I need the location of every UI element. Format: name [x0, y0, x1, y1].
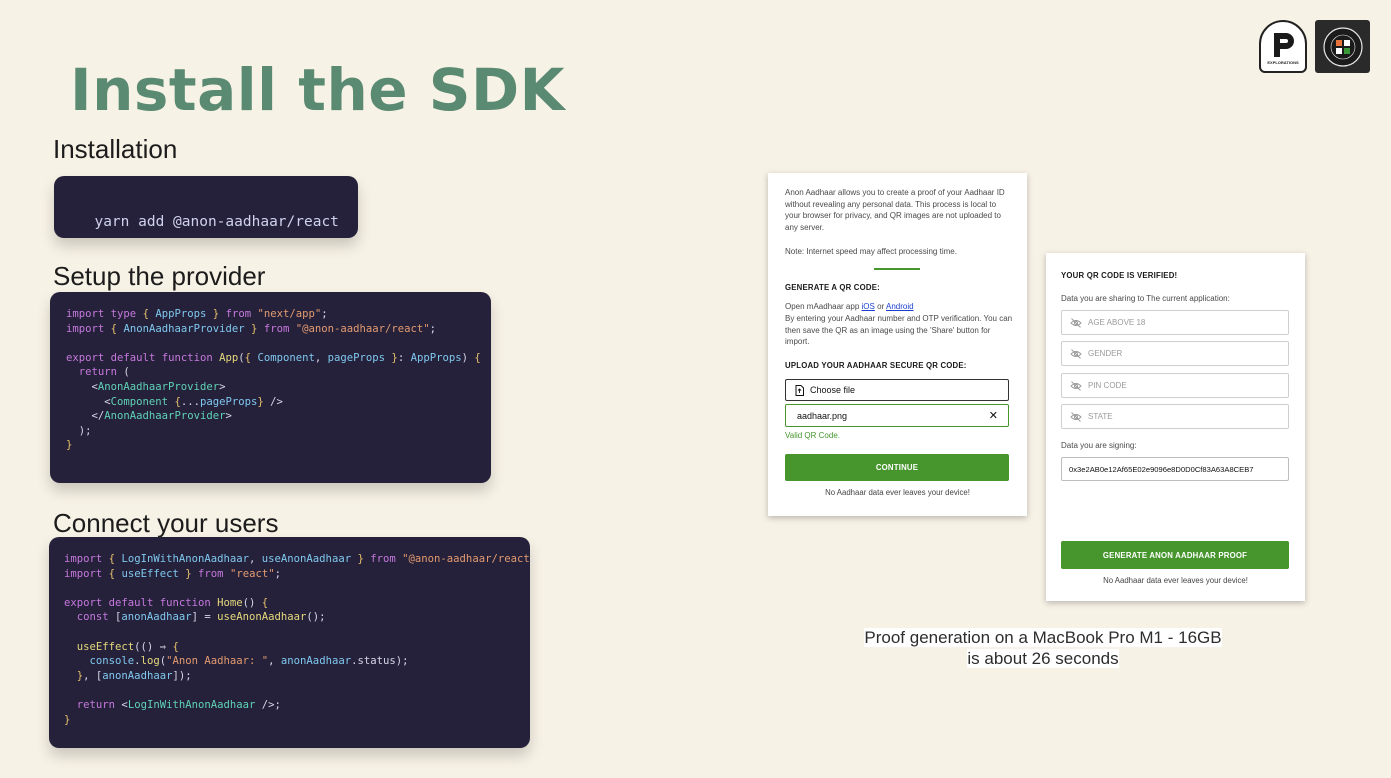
- verified-footer-text: No Aadhaar data ever leaves your device!: [1103, 576, 1248, 585]
- slide-title: Install the SDK: [70, 56, 566, 124]
- generate-qr-heading: GENERATE A QR CODE:: [785, 283, 880, 292]
- instructions-text: By entering your Aadhaar number and OTP …: [785, 314, 1013, 346]
- anon-aadhaar-icon: [1322, 26, 1363, 67]
- sharing-text: Data you are sharing to The current appl…: [1061, 294, 1230, 303]
- pincode-field[interactable]: PIN CODE: [1061, 373, 1289, 398]
- pse-logo-caption: EXPLORATIONS: [1267, 59, 1299, 65]
- eye-off-icon: [1070, 348, 1082, 359]
- divider: [874, 268, 920, 270]
- intro-text: Anon Aadhaar allows you to create a proo…: [785, 188, 1005, 232]
- file-upload-icon: [795, 384, 804, 396]
- provider-heading: Setup the provider: [53, 261, 266, 291]
- caption-line-1: Proof generation on a MacBook Pro M1 - 1…: [864, 628, 1222, 647]
- pse-logo: EXPLORATIONS: [1259, 20, 1307, 73]
- open-app-line: Open mAadhaar app iOS or Android: [785, 301, 1013, 313]
- pincode-field-label: PIN CODE: [1088, 381, 1127, 390]
- age-field[interactable]: AGE ABOVE 18: [1061, 310, 1289, 335]
- gender-field-label: GENDER: [1088, 349, 1123, 358]
- signing-value-field[interactable]: 0x3e2AB0e12Af65E02e9096e8D0D0Cf83A63A8CE…: [1061, 457, 1289, 481]
- pse-icon: [1274, 32, 1294, 57]
- choose-file-button[interactable]: Choose file: [785, 379, 1009, 401]
- state-field[interactable]: STATE: [1061, 404, 1289, 429]
- choose-file-label: Choose file: [810, 385, 856, 395]
- generate-proof-button[interactable]: GENERATE ANON AADHAAR PROOF: [1061, 541, 1289, 569]
- caption-line-2: is about 26 seconds: [967, 649, 1119, 668]
- install-command-block[interactable]: yarn add @anon-aadhaar/react: [54, 176, 358, 238]
- continue-button[interactable]: CONTINUE: [785, 454, 1009, 481]
- or-text: or: [877, 302, 885, 311]
- valid-qr-text: Valid QR Code.: [785, 431, 840, 440]
- android-link[interactable]: Android: [886, 302, 914, 311]
- provider-code-block[interactable]: import type { AppProps } from "next/app"…: [50, 292, 491, 483]
- upload-qr-heading: UPLOAD YOUR AADHAAR SECURE QR CODE:: [785, 361, 967, 370]
- verified-heading: YOUR QR CODE IS VERIFIED!: [1061, 271, 1178, 280]
- logo-group: EXPLORATIONS: [1259, 20, 1370, 73]
- upload-qr-card: Anon Aadhaar allows you to create a proo…: [768, 173, 1027, 516]
- uploaded-file-field: aadhaar.png ✕: [785, 404, 1009, 427]
- state-field-label: STATE: [1088, 412, 1113, 421]
- verified-qr-card: YOUR QR CODE IS VERIFIED! Data you are s…: [1046, 253, 1305, 601]
- age-field-label: AGE ABOVE 18: [1088, 318, 1146, 327]
- uploaded-file-name: aadhaar.png: [797, 410, 848, 421]
- anon-aadhaar-logo: [1315, 20, 1370, 73]
- connect-code-block[interactable]: import { LogInWithAnonAadhaar, useAnonAa…: [49, 537, 530, 748]
- note-text: Note: Internet speed may affect processi…: [785, 247, 957, 256]
- upload-footer-text: No Aadhaar data ever leaves your device!: [825, 488, 970, 497]
- remove-file-icon[interactable]: ✕: [989, 409, 998, 422]
- eye-off-icon: [1070, 380, 1082, 391]
- eye-off-icon: [1070, 411, 1082, 422]
- signing-text: Data you are signing:: [1061, 441, 1137, 450]
- eye-off-icon: [1070, 317, 1082, 328]
- connect-heading: Connect your users: [53, 508, 279, 538]
- installation-heading: Installation: [53, 134, 178, 164]
- ios-link[interactable]: iOS: [862, 302, 875, 311]
- open-app-text: Open mAadhaar app: [785, 302, 860, 311]
- proof-time-caption: Proof generation on a MacBook Pro M1 - 1…: [858, 627, 1228, 669]
- gender-field[interactable]: GENDER: [1061, 341, 1289, 366]
- install-command: yarn add @anon-aadhaar/react: [94, 213, 339, 230]
